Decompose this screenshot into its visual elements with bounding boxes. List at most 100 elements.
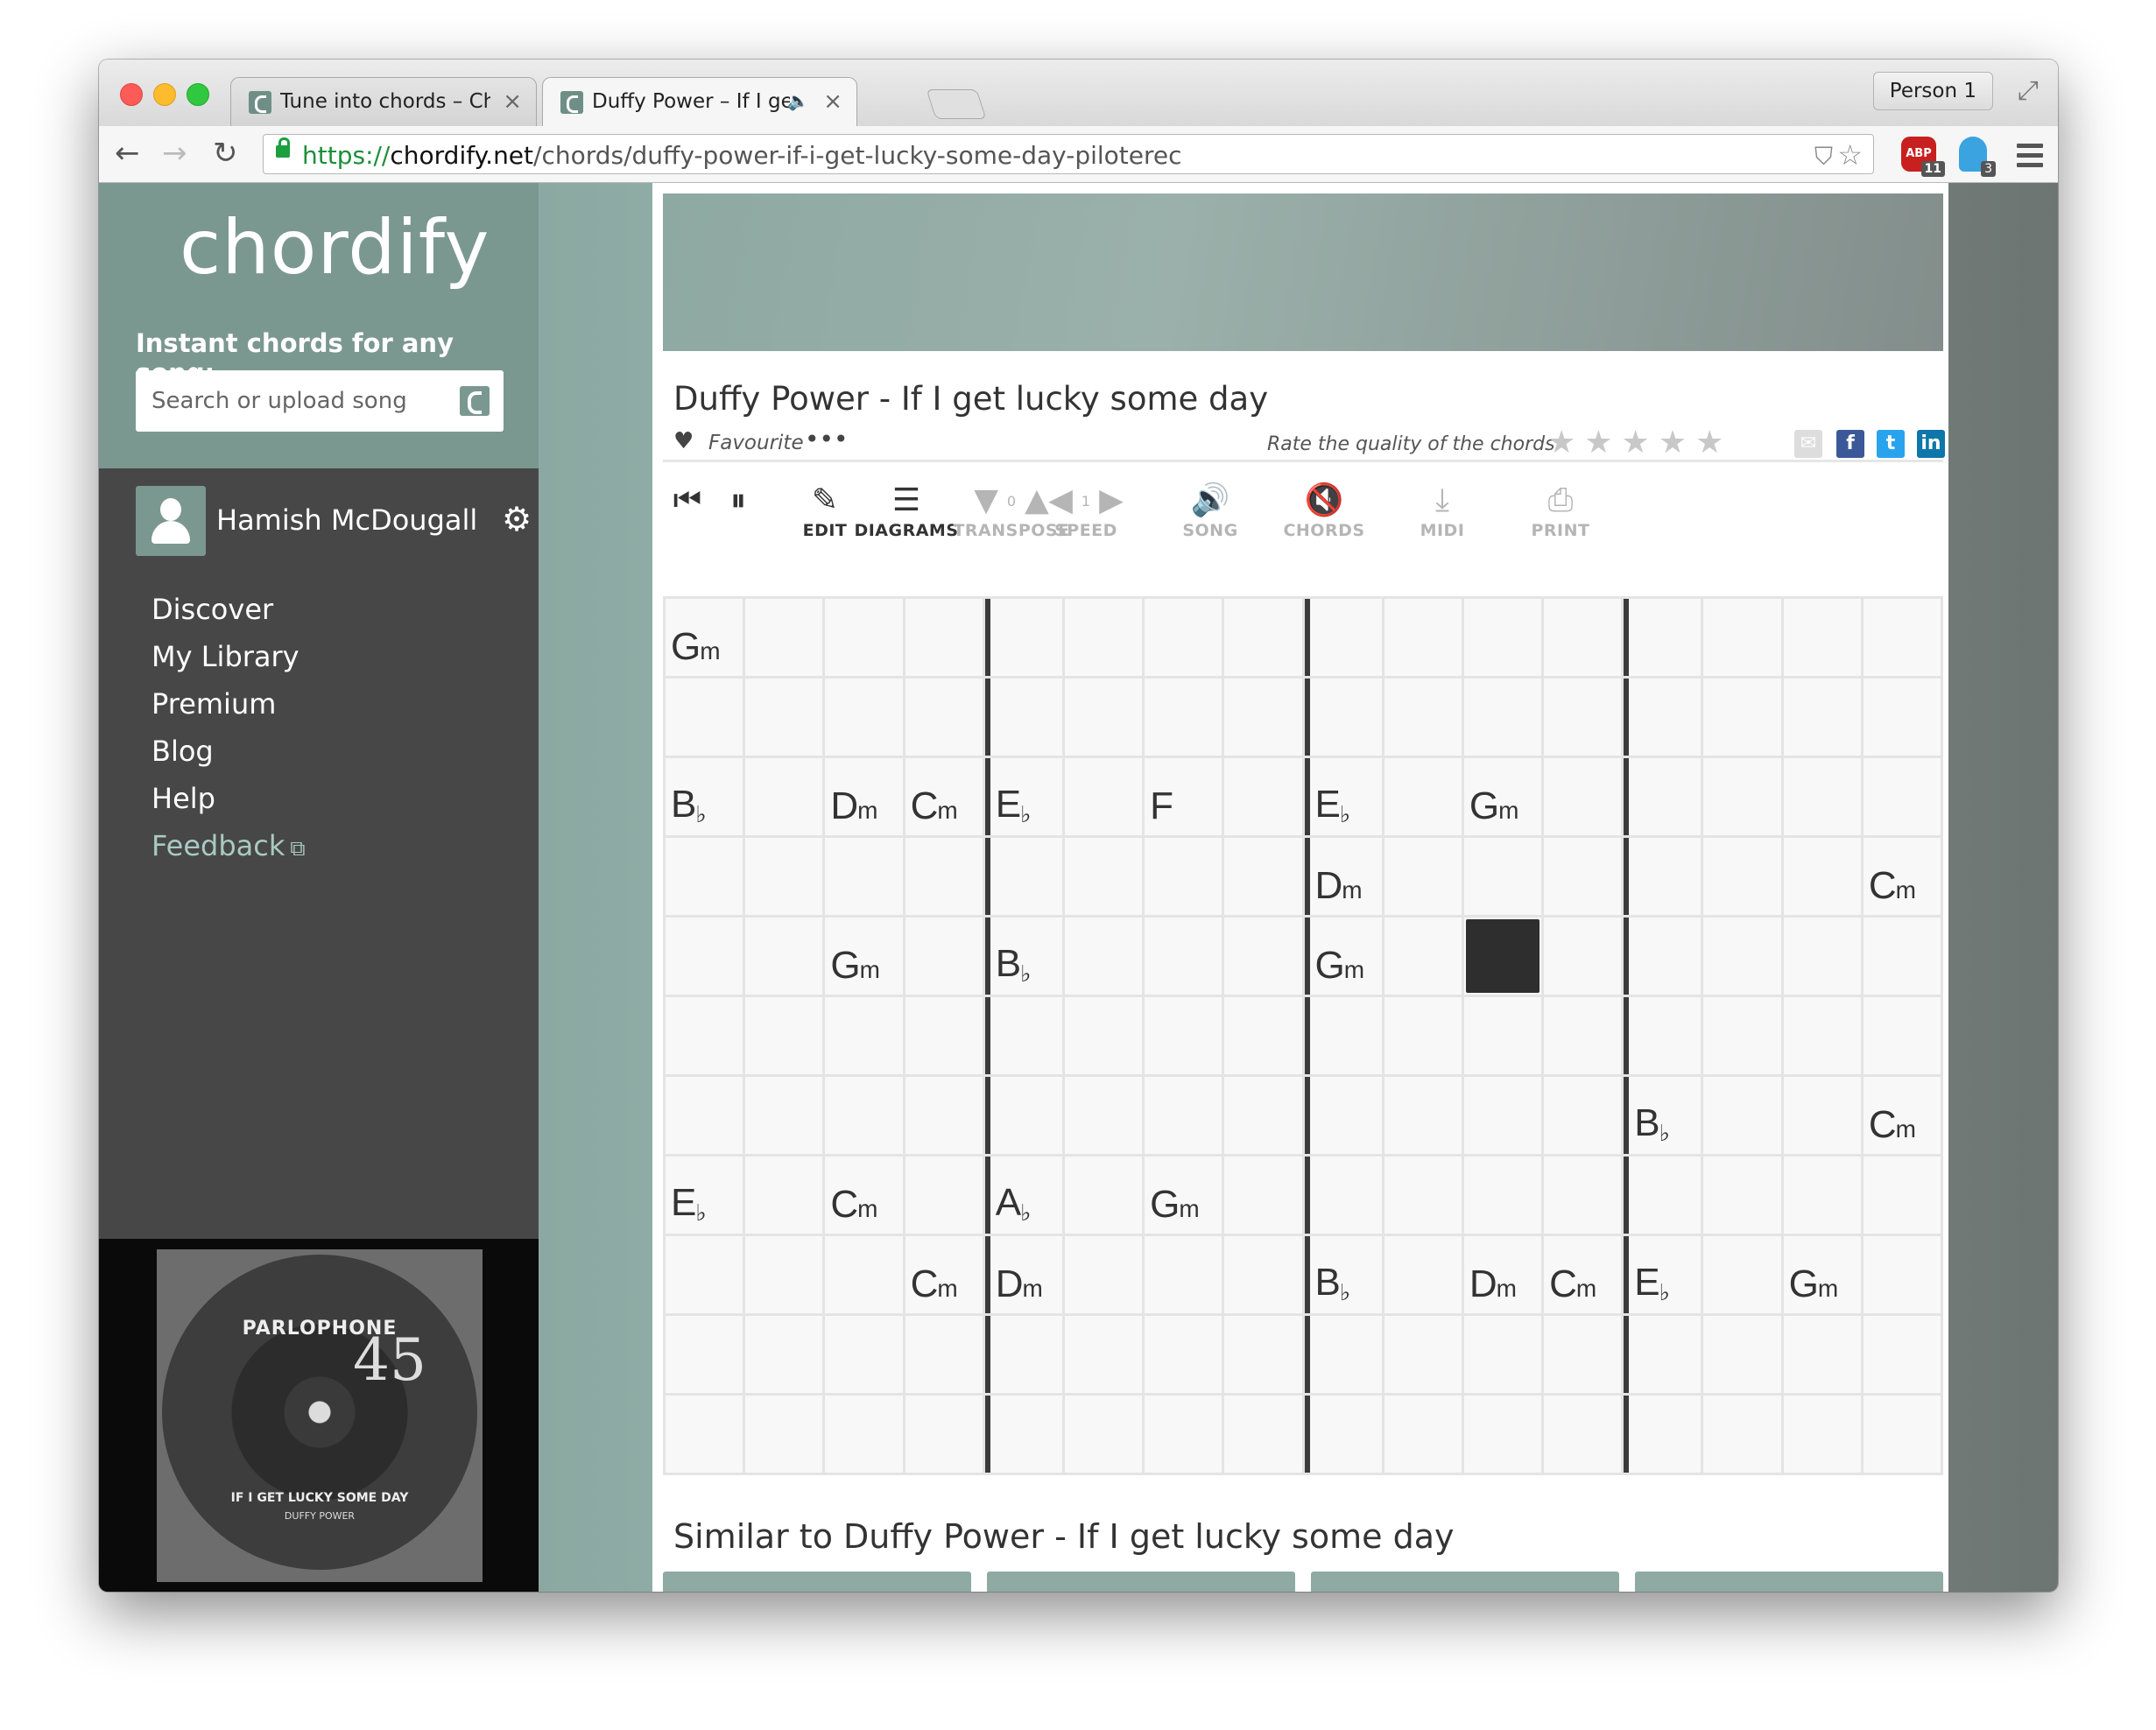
chord-cell[interactable]: Cm: [905, 758, 983, 835]
chord-grid[interactable]: Gm B♭ Dm Cm E♭ F E♭ Gm Dm Cm Gm B♭ Gm B♭ Cm E♭ Cm A♭ Gm Cm D…: [663, 596, 1943, 1475]
chord-cell[interactable]: [1544, 679, 1622, 756]
chord-cell[interactable]: Cm: [825, 1157, 903, 1234]
chord-cell[interactable]: [1783, 758, 1861, 835]
chord-cell[interactable]: [905, 918, 983, 995]
chord-cell[interactable]: [1703, 758, 1781, 835]
profile-button[interactable]: Person 1: [1872, 72, 1993, 110]
chord-cell[interactable]: [1544, 997, 1622, 1074]
chord-cell[interactable]: B♭: [1304, 1236, 1382, 1313]
favourite-button[interactable]: Favourite: [708, 432, 804, 454]
chord-cell[interactable]: [1544, 1077, 1622, 1154]
chord-cell[interactable]: [1145, 599, 1222, 676]
chord-cell[interactable]: Dm: [825, 758, 903, 835]
chord-cell[interactable]: [1703, 997, 1781, 1074]
edit-button[interactable]: ✎ EDIT: [786, 481, 864, 540]
chord-cell[interactable]: [1783, 679, 1861, 756]
chords-mute-button[interactable]: 🔇 CHORDS: [1276, 481, 1372, 540]
chord-cell[interactable]: [1863, 679, 1941, 756]
chord-cell[interactable]: [1544, 1316, 1622, 1393]
chord-cell[interactable]: [1064, 1396, 1143, 1473]
chord-cell[interactable]: [1304, 1396, 1382, 1473]
chord-cell[interactable]: [1224, 1236, 1302, 1313]
chord-cell[interactable]: Gm: [1304, 918, 1382, 995]
chord-cell[interactable]: Dm: [984, 1236, 1062, 1313]
email-share-icon[interactable]: ✉: [1794, 430, 1822, 458]
facebook-share-icon[interactable]: f: [1836, 430, 1864, 458]
chord-cell[interactable]: [1145, 1077, 1222, 1154]
chord-cell[interactable]: [1703, 679, 1781, 756]
chord-cell[interactable]: Dm: [1304, 838, 1382, 915]
chord-cell[interactable]: [1463, 679, 1542, 756]
close-tab-icon[interactable]: ×: [503, 88, 522, 115]
chord-cell[interactable]: E♭: [1624, 1236, 1702, 1313]
chordify-search-icon[interactable]: [460, 386, 490, 416]
zoom-window-button[interactable]: [187, 83, 209, 106]
chord-cell[interactable]: [1304, 1316, 1382, 1393]
pause-button[interactable]: ⏸: [714, 481, 763, 521]
close-tab-icon[interactable]: ×: [823, 88, 842, 115]
chord-cell[interactable]: [1783, 599, 1861, 676]
chord-cell[interactable]: [1783, 1077, 1861, 1154]
url-text[interactable]: https://chordify.net/chords/duffy-power-…: [302, 141, 1182, 170]
linkedin-share-icon[interactable]: in: [1917, 430, 1945, 458]
speed-control[interactable]: ◀ 1 ▶ SPEED: [1029, 481, 1143, 540]
chord-cell[interactable]: [1145, 997, 1222, 1074]
tab-chordify-home[interactable]: Tune into chords – Chordif ×: [230, 77, 537, 126]
chord-cell[interactable]: [1863, 1396, 1941, 1473]
chord-cell[interactable]: [1224, 758, 1302, 835]
reload-icon[interactable]: ↻: [213, 137, 238, 170]
chord-cell[interactable]: F: [1145, 758, 1222, 835]
chord-cell[interactable]: [745, 758, 823, 835]
chord-cell[interactable]: [984, 1077, 1062, 1154]
chord-cell[interactable]: E♭: [666, 1157, 743, 1234]
chord-cell[interactable]: [905, 1396, 983, 1473]
fullscreen-icon[interactable]: ⤢: [2018, 75, 2039, 106]
chord-cell[interactable]: A♭: [984, 1157, 1062, 1234]
chord-cell[interactable]: [1703, 1396, 1781, 1473]
speed-up-icon[interactable]: ▶: [1099, 482, 1124, 518]
chord-cell[interactable]: [905, 1077, 983, 1154]
chord-cell[interactable]: [1064, 997, 1143, 1074]
chord-cell[interactable]: [745, 918, 823, 995]
sidebar-item-discover[interactable]: Discover: [151, 586, 306, 633]
avatar[interactable]: [136, 486, 206, 556]
chord-cell[interactable]: [745, 1396, 823, 1473]
chord-cell[interactable]: [1703, 1077, 1781, 1154]
chord-cell[interactable]: [1544, 1396, 1622, 1473]
chord-cell[interactable]: [1863, 997, 1941, 1074]
chord-cell[interactable]: B♭: [1624, 1077, 1702, 1154]
chord-cell[interactable]: Cm: [1863, 1077, 1941, 1154]
chord-cell[interactable]: [1863, 1236, 1941, 1313]
chord-cell[interactable]: [825, 838, 903, 915]
chord-cell[interactable]: [825, 679, 903, 756]
chord-cell[interactable]: [984, 1396, 1062, 1473]
rating-stars[interactable]: ★★★★★: [1547, 425, 1732, 461]
skip-to-start-button[interactable]: ⏮: [663, 481, 712, 521]
midi-download-button[interactable]: ⤓ MIDI: [1407, 481, 1477, 540]
chord-cell[interactable]: [1224, 997, 1302, 1074]
chord-cell[interactable]: [1304, 1157, 1382, 1234]
chord-cell[interactable]: Gm: [825, 918, 903, 995]
chordify-logo[interactable]: chordify: [180, 204, 490, 292]
chord-cell[interactable]: [984, 1316, 1062, 1393]
chord-cell[interactable]: [1145, 1396, 1222, 1473]
chord-cell[interactable]: [745, 1316, 823, 1393]
chord-cell[interactable]: Gm: [666, 599, 743, 676]
ghostery-extension-icon[interactable]: 3: [1959, 137, 1996, 177]
adblock-extension-icon[interactable]: ABP 11: [1901, 137, 1945, 177]
chord-cell[interactable]: Dm: [1463, 1236, 1542, 1313]
chord-cell[interactable]: [666, 997, 743, 1074]
similar-song-tile[interactable]: [987, 1572, 1295, 1592]
hamburger-menu-icon[interactable]: [2017, 144, 2043, 172]
chord-cell[interactable]: [1224, 838, 1302, 915]
chord-cell[interactable]: [1624, 599, 1702, 676]
chord-cell[interactable]: [745, 1157, 823, 1234]
back-arrow-icon[interactable]: ←: [115, 137, 140, 170]
forward-arrow-icon[interactable]: →: [162, 137, 187, 170]
chord-cell[interactable]: [1624, 1316, 1702, 1393]
chord-cell[interactable]: [1145, 918, 1222, 995]
chord-cell[interactable]: [1224, 1077, 1302, 1154]
chord-cell[interactable]: [666, 1077, 743, 1154]
chord-cell[interactable]: [905, 838, 983, 915]
chord-cell[interactable]: [1783, 1396, 1861, 1473]
